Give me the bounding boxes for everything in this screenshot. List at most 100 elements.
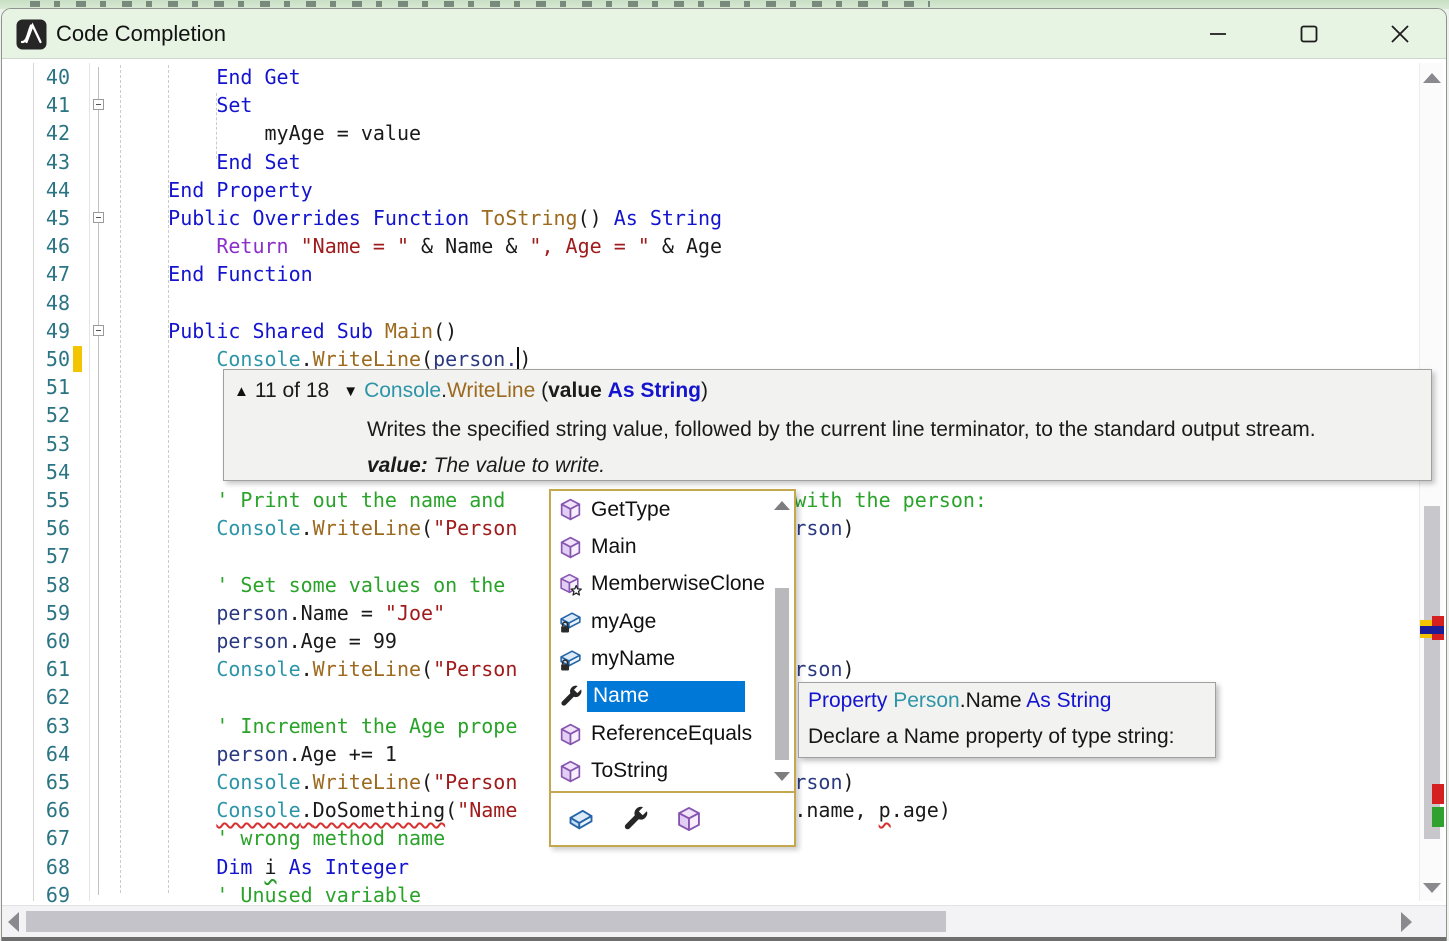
code-line-44[interactable]: 44 End Property xyxy=(2,176,1422,204)
protected-method-icon xyxy=(558,572,583,597)
completion-item-label: ToString xyxy=(591,759,668,783)
line-number[interactable]: 67 xyxy=(30,824,70,852)
fold-toggle[interactable] xyxy=(93,99,104,110)
background-window-artifacts xyxy=(30,1,930,7)
property-description: Declare a Name property of type string: xyxy=(808,725,1175,749)
changed-line-bar xyxy=(73,346,82,372)
code-line-49[interactable]: 49 Public Shared Sub Main() xyxy=(2,317,1422,345)
line-number[interactable]: 42 xyxy=(30,119,70,147)
error-marker xyxy=(1432,784,1444,804)
method-icon xyxy=(558,535,583,560)
line-number[interactable]: 57 xyxy=(30,542,70,570)
code-line-42[interactable]: 42 myAge = value xyxy=(2,119,1422,147)
parameter-name: value: xyxy=(367,454,428,477)
private-field-icon xyxy=(558,609,583,634)
completion-item-label: myAge xyxy=(591,610,656,634)
horizontal-scroll-thumb[interactable] xyxy=(26,911,946,932)
completion-scroll-thumb[interactable] xyxy=(775,588,789,760)
property-icon xyxy=(558,684,583,709)
line-number[interactable]: 63 xyxy=(30,712,70,740)
completion-item-ReferenceEquals[interactable]: ReferenceEquals xyxy=(551,715,794,752)
line-number[interactable]: 65 xyxy=(30,768,70,796)
code-line-47[interactable]: 47 End Function xyxy=(2,260,1422,288)
method-signature: Console.WriteLine (value As String) xyxy=(364,379,708,403)
fold-toggle[interactable] xyxy=(93,325,104,336)
completion-item-GetType[interactable]: GetType xyxy=(551,491,794,528)
method-icon xyxy=(558,759,583,784)
code-line-45[interactable]: 45 Public Overrides Function ToString() … xyxy=(2,204,1422,232)
overload-down-icon[interactable]: ▼ xyxy=(343,383,358,400)
field-icon[interactable] xyxy=(567,805,595,833)
scroll-down-icon[interactable] xyxy=(774,772,790,781)
line-number[interactable]: 66 xyxy=(30,796,70,824)
method-icon xyxy=(558,497,583,522)
scroll-down-icon[interactable] xyxy=(1423,883,1441,893)
parameter-info-tooltip: ▲ 11 of 18 ▼ Console.WriteLine (value As… xyxy=(223,369,1432,481)
line-number[interactable]: 52 xyxy=(30,401,70,429)
line-number[interactable]: 41 xyxy=(30,91,70,119)
completion-scrollbar[interactable] xyxy=(772,493,792,787)
code-line-41[interactable]: 41 Set xyxy=(2,91,1422,119)
fold-toggle[interactable] xyxy=(93,212,104,223)
completion-item-label: Main xyxy=(591,535,637,559)
line-number[interactable]: 45 xyxy=(30,204,70,232)
completion-popup: GetType Main MemberwiseClone myAge myName Nam… xyxy=(549,489,796,847)
method-icon xyxy=(558,722,583,747)
line-number[interactable]: 58 xyxy=(30,571,70,599)
line-number[interactable]: 55 xyxy=(30,486,70,514)
quick-info-tooltip: Property Person.Name As String Declare a… xyxy=(798,682,1216,758)
property-icon[interactable] xyxy=(621,805,649,833)
completion-item-label: myName xyxy=(591,647,675,671)
method-icon[interactable] xyxy=(675,805,703,833)
line-number[interactable]: 62 xyxy=(30,683,70,711)
vertical-scrollbar[interactable] xyxy=(1419,63,1443,901)
completion-filter-bar xyxy=(551,791,794,845)
line-number[interactable]: 40 xyxy=(30,63,70,91)
line-number[interactable]: 53 xyxy=(30,430,70,458)
line-number[interactable]: 59 xyxy=(30,599,70,627)
method-description: Writes the specified string value, follo… xyxy=(367,418,1316,442)
parameter-description: value: The value to write. xyxy=(367,454,605,478)
line-number[interactable]: 50 xyxy=(30,345,70,373)
warning-marker xyxy=(1432,807,1444,827)
line-number[interactable]: 64 xyxy=(30,740,70,768)
code-line-46[interactable]: 46 Return "Name = " & Name & ", Age = " … xyxy=(2,232,1422,260)
code-line-48[interactable]: 48 xyxy=(2,289,1422,317)
horizontal-scrollbar[interactable] xyxy=(2,905,1446,937)
property-signature: Property Person.Name As String xyxy=(808,689,1111,713)
code-line-68[interactable]: 68 Dim i As Integer xyxy=(2,853,1422,881)
completion-item-label: GetType xyxy=(591,498,670,522)
completion-item-myName[interactable]: myName xyxy=(551,641,794,678)
caret-position-marker xyxy=(1420,626,1444,634)
completion-item-Name[interactable]: Name xyxy=(551,678,794,715)
line-number[interactable]: 54 xyxy=(30,458,70,486)
line-number[interactable]: 48 xyxy=(30,289,70,317)
completion-list: GetType Main MemberwiseClone myAge myName Nam… xyxy=(551,491,794,791)
scroll-right-icon[interactable] xyxy=(1401,912,1412,932)
completion-item-MemberwiseClone[interactable]: MemberwiseClone xyxy=(551,566,794,603)
overload-counter: 11 of 18 xyxy=(255,379,329,403)
code-line-43[interactable]: 43 End Set xyxy=(2,148,1422,176)
line-number[interactable]: 49 xyxy=(30,317,70,345)
parameter-text: The value to write. xyxy=(428,454,605,477)
line-number[interactable]: 46 xyxy=(30,232,70,260)
overload-up-icon[interactable]: ▲ xyxy=(234,383,249,400)
code-completion-window: Code Completion 40 End Get41 Set42 myAge… xyxy=(1,8,1447,941)
line-number[interactable]: 60 xyxy=(30,627,70,655)
completion-item-label: ReferenceEquals xyxy=(591,722,752,746)
private-field-icon xyxy=(558,647,583,672)
line-number[interactable]: 51 xyxy=(30,373,70,401)
line-number[interactable]: 68 xyxy=(30,853,70,881)
scroll-up-icon[interactable] xyxy=(1423,73,1441,83)
completion-item-ToString[interactable]: ToString xyxy=(551,753,794,790)
line-number[interactable]: 47 xyxy=(30,260,70,288)
completion-item-myAge[interactable]: myAge xyxy=(551,603,794,640)
line-number[interactable]: 61 xyxy=(30,655,70,683)
scroll-left-icon[interactable] xyxy=(8,912,19,932)
line-number[interactable]: 56 xyxy=(30,514,70,542)
completion-item-Main[interactable]: Main xyxy=(551,528,794,565)
line-number[interactable]: 43 xyxy=(30,148,70,176)
scroll-up-icon[interactable] xyxy=(774,501,790,510)
line-number[interactable]: 44 xyxy=(30,176,70,204)
code-line-40[interactable]: 40 End Get xyxy=(2,63,1422,91)
